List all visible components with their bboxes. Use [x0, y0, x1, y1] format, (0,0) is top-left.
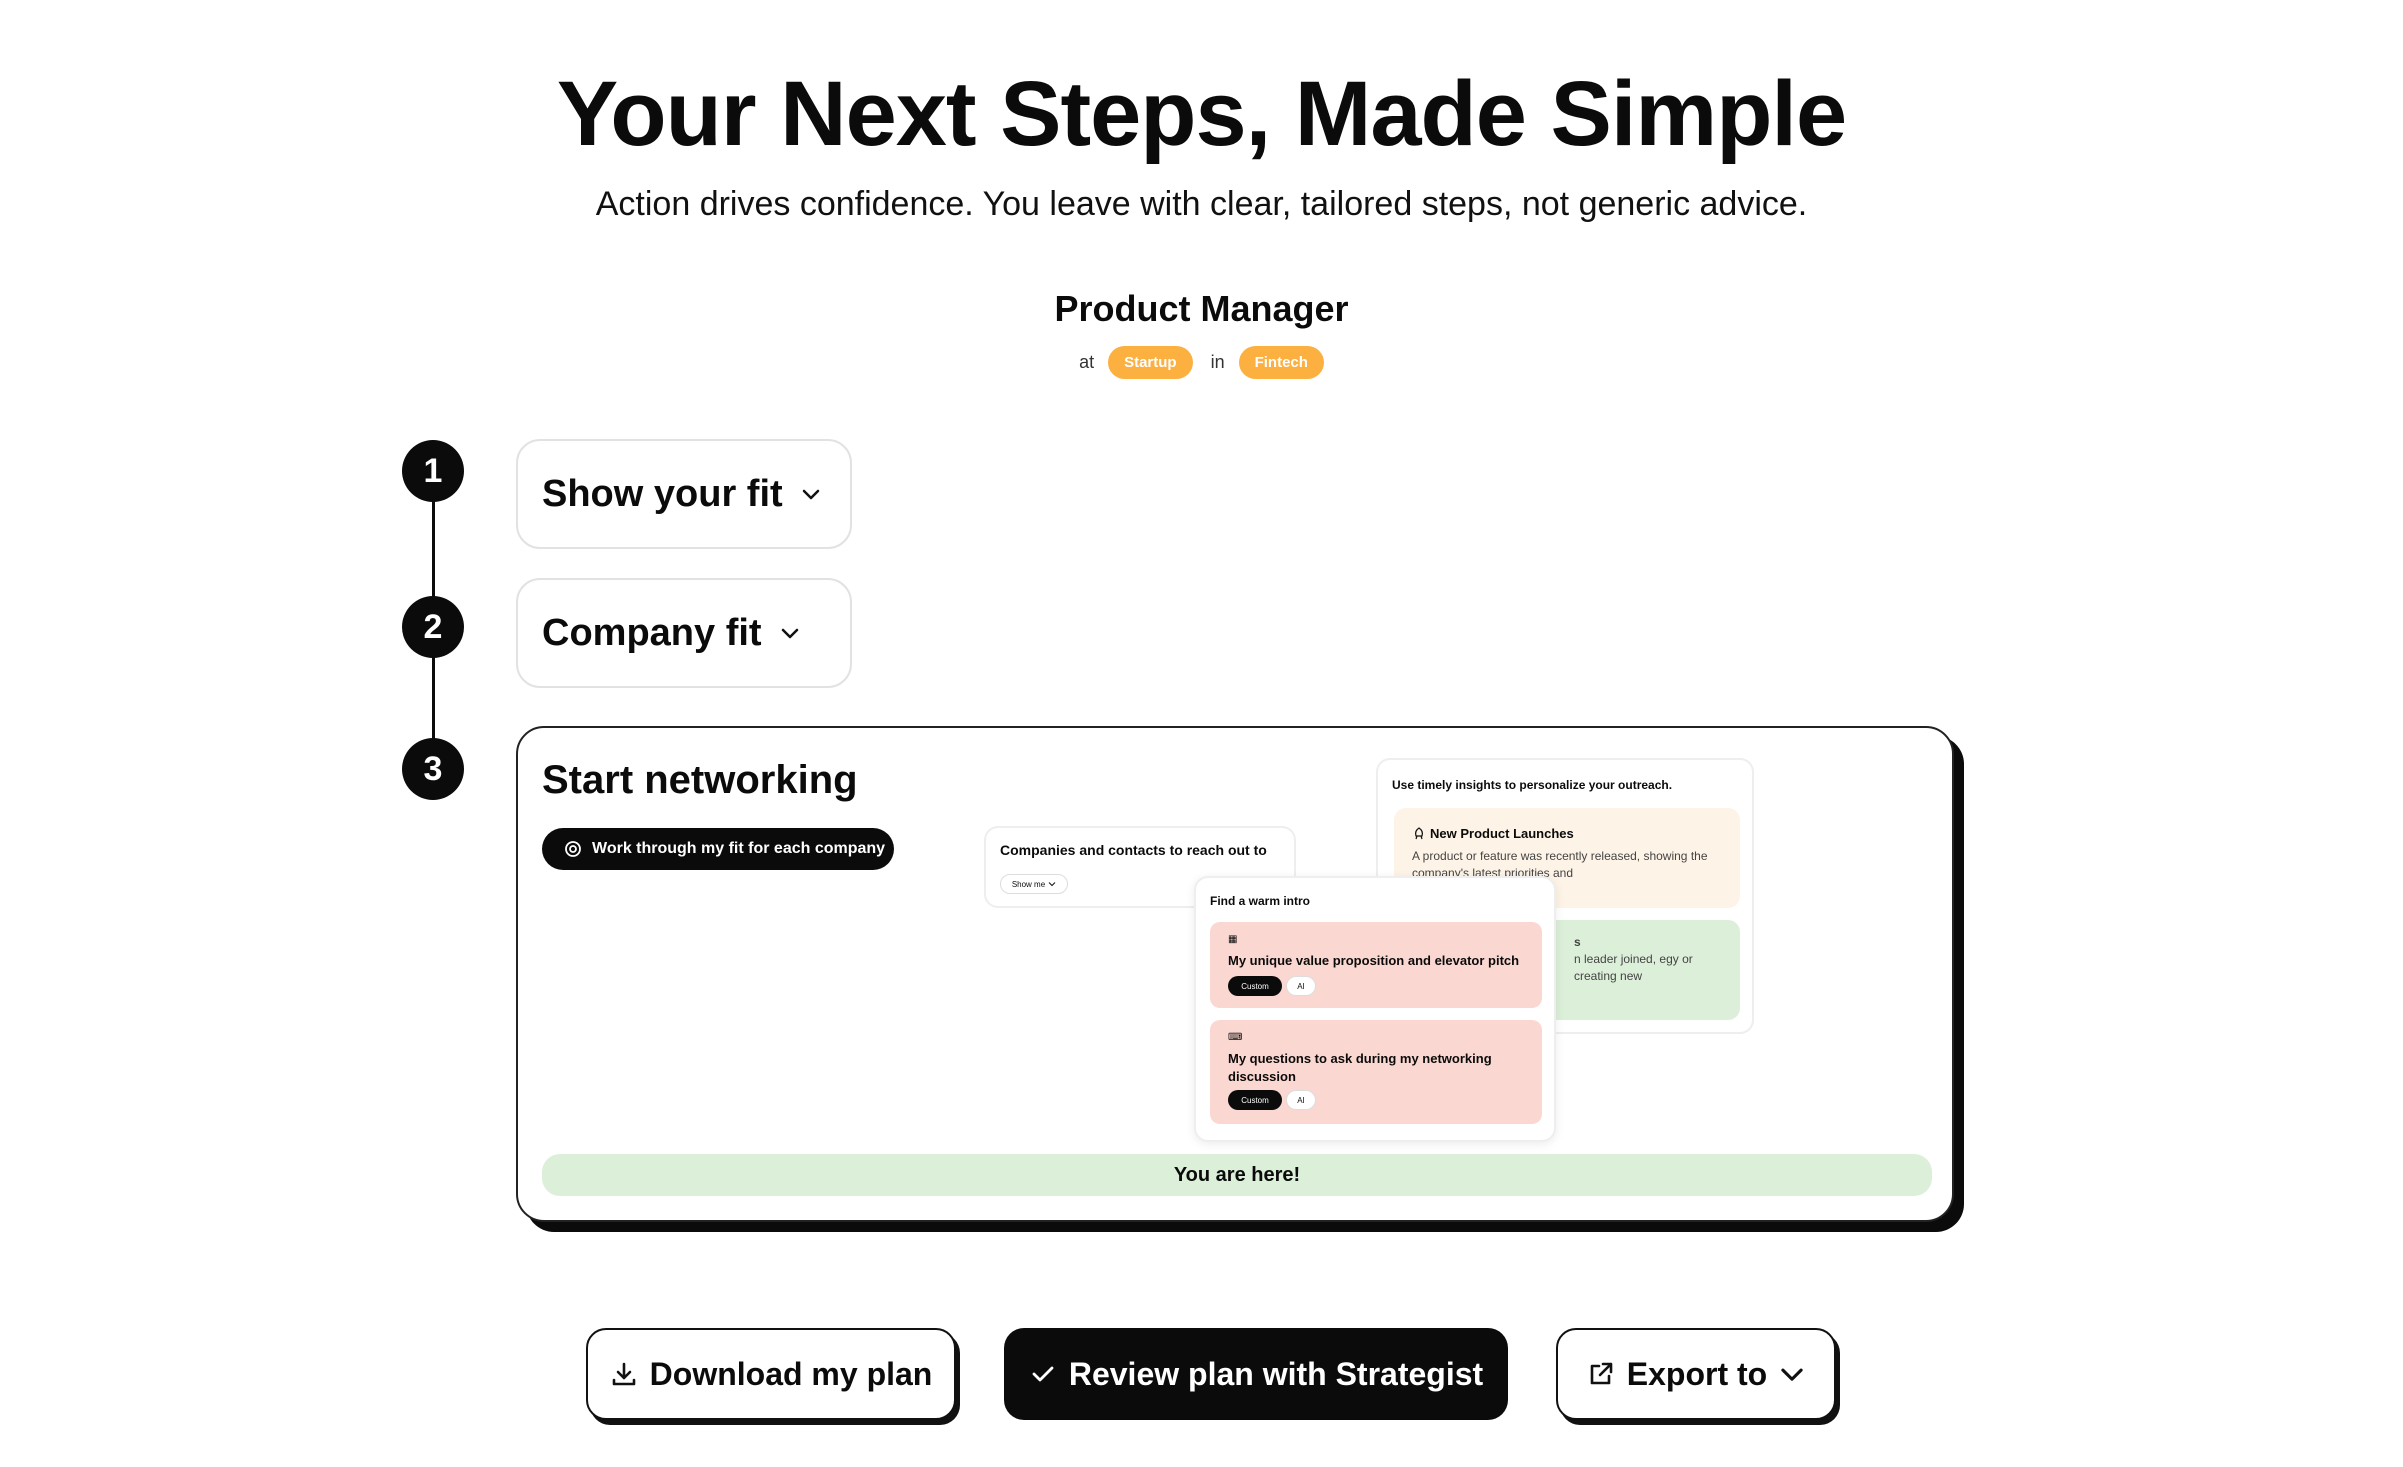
- intro-item-pitch[interactable]: ▦ My unique value proposition and elevat…: [1210, 922, 1542, 1008]
- insight-item-title: New Product Launches: [1430, 826, 1574, 841]
- insight-item-title: s: [1574, 935, 1581, 949]
- step-label: Company fit: [542, 611, 762, 654]
- chevron-down-icon: [1048, 882, 1056, 887]
- companies-preview-title: Companies and contacts to reach out to: [1000, 842, 1267, 858]
- target-icon: [565, 841, 581, 857]
- step-label: Show your fit: [542, 472, 783, 515]
- company-type-chip: Startup: [1108, 346, 1193, 379]
- warm-intro-preview-card: Find a warm intro ▦ My unique value prop…: [1194, 876, 1556, 1142]
- insight-item-desc: n leader joined, egy or creating new: [1574, 952, 1693, 983]
- check-icon: [1032, 1366, 1054, 1382]
- at-label: at: [1079, 352, 1095, 372]
- role-meta: at Startup in Fintech: [0, 346, 2403, 379]
- tag-ai[interactable]: AI: [1286, 1090, 1316, 1110]
- insight-item-title-row: New Product Launches: [1412, 826, 1574, 841]
- intro-item-tags: Custom AI: [1228, 1090, 1316, 1110]
- chat-icon: ⌨: [1228, 1032, 1243, 1043]
- intro-item-questions[interactable]: ⌨ My questions to ask during my networki…: [1210, 1020, 1542, 1124]
- review-with-strategist-button[interactable]: Review plan with Strategist: [1004, 1328, 1508, 1420]
- export-to-button[interactable]: Export to: [1556, 1328, 1836, 1420]
- insight-item-text: s n leader joined, egy or creating new: [1574, 934, 1724, 985]
- step-number-3: 3: [402, 738, 464, 800]
- chevron-down-icon: [802, 489, 819, 500]
- step-show-your-fit[interactable]: Show your fit: [516, 439, 852, 549]
- review-label: Review plan with Strategist: [1068, 1355, 1484, 1392]
- external-link-icon: [1590, 1362, 1613, 1385]
- insights-preview-title: Use timely insights to personalize your …: [1392, 778, 1673, 792]
- download-icon: [612, 1362, 635, 1386]
- tag-custom[interactable]: Custom: [1228, 976, 1282, 996]
- in-label: in: [1210, 352, 1225, 372]
- step-number-1: 1: [402, 440, 464, 502]
- warm-intro-title: Find a warm intro: [1210, 894, 1311, 908]
- document-icon: ▦: [1228, 934, 1238, 945]
- start-networking-card: Start networking Work through my fit for…: [516, 726, 1954, 1222]
- intro-item-label: My questions to ask during my networking…: [1228, 1051, 1492, 1084]
- show-me-dropdown[interactable]: Show me: [1000, 874, 1068, 894]
- intro-item-tags: Custom AI: [1228, 976, 1316, 996]
- page-subtitle: Action drives confidence. You leave with…: [595, 185, 1808, 223]
- industry-chip: Fintech: [1238, 346, 1324, 379]
- step-company-fit[interactable]: Company fit: [516, 578, 852, 688]
- rocket-icon: [1415, 826, 1423, 839]
- download-plan-button[interactable]: Download my plan: [586, 1328, 956, 1420]
- tag-ai[interactable]: AI: [1286, 976, 1316, 996]
- intro-item-label: My unique value proposition and elevator…: [1228, 953, 1520, 968]
- work-button-label: Work through my fit for each company: [592, 840, 886, 857]
- step-number-2: 2: [402, 596, 464, 658]
- role-title: Product Manager: [1054, 288, 1349, 329]
- you-are-here-banner: You are here!: [542, 1154, 1932, 1196]
- chevron-down-icon: [1781, 1368, 1803, 1381]
- work-through-fit-button[interactable]: Work through my fit for each company: [542, 828, 894, 870]
- show-me-label: Show me: [1011, 879, 1046, 889]
- export-label: Export to: [1626, 1355, 1768, 1392]
- download-label: Download my plan: [649, 1355, 933, 1392]
- tag-custom[interactable]: Custom: [1228, 1090, 1282, 1110]
- step-title: Start networking: [542, 758, 858, 802]
- chevron-down-icon: [781, 628, 798, 639]
- page-title: Your Next Steps, Made Simple: [556, 63, 1847, 165]
